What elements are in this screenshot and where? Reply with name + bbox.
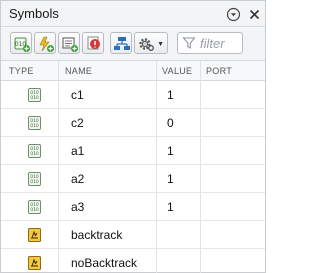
resolve-undefined-icon — [87, 36, 100, 50]
table-row[interactable]: 010 010 a1 1 — [1, 137, 265, 165]
symbol-name: noBacktrack — [71, 256, 138, 270]
type-cell: 010 010 — [1, 193, 58, 221]
symbol-value[interactable]: 1 — [167, 88, 174, 102]
hierarchy-icon — [114, 37, 130, 50]
table-row[interactable]: 010 010 c1 1 — [1, 81, 265, 109]
symbol-value[interactable]: 0 — [167, 116, 174, 130]
data-symbol-icon: 010010 — [28, 144, 41, 158]
symbols-toolbar: 010 ▼ filter — [1, 27, 265, 61]
data-symbol-icon: 010010 — [28, 88, 41, 102]
table-row[interactable]: noBacktrack — [1, 249, 265, 273]
type-cell — [1, 221, 58, 249]
symbol-name: a1 — [71, 144, 85, 158]
panel-title: Symbols — [9, 6, 59, 21]
type-cell: 010 010 — [1, 81, 58, 109]
close-icon[interactable] — [247, 7, 262, 22]
column-header-type[interactable]: TYPE — [9, 66, 34, 76]
type-cell — [1, 249, 58, 273]
data-symbol-icon: 010010 — [28, 200, 41, 214]
panel-menu-icon[interactable] — [226, 7, 241, 22]
symbol-value[interactable]: 1 — [167, 200, 174, 214]
table-row[interactable]: 010 010 c2 0 — [1, 109, 265, 137]
event-symbol-icon — [28, 228, 41, 242]
symbols-table-body: 010 010 c1 1 010 010 c2 0 010 010 a1 1 010 0… — [1, 81, 265, 273]
symbol-value[interactable]: 1 — [167, 144, 174, 158]
add-message-button[interactable] — [58, 32, 80, 54]
symbols-panel: Symbols 010 ▼ filter TYPE NAME VALUE POR… — [0, 0, 266, 273]
column-header-value[interactable]: VALUE — [162, 66, 192, 76]
svg-text:010: 010 — [30, 207, 39, 213]
symbol-name: backtrack — [71, 228, 123, 242]
resolve-undefined-button[interactable] — [82, 32, 104, 54]
type-cell: 010 010 — [1, 165, 58, 193]
gear-icon — [139, 38, 154, 51]
symbol-value[interactable]: 1 — [167, 172, 174, 186]
column-header-name[interactable]: NAME — [65, 66, 92, 76]
event-symbol-icon — [28, 256, 41, 270]
hierarchy-button[interactable] — [110, 32, 132, 54]
data-symbol-icon: 010010 — [28, 172, 41, 186]
add-message-icon — [62, 37, 78, 52]
svg-text:010: 010 — [30, 123, 39, 129]
symbol-name: c1 — [71, 88, 84, 102]
table-row[interactable]: backtrack — [1, 221, 265, 249]
panel-title-bar: Symbols — [1, 1, 265, 27]
svg-text:010: 010 — [30, 151, 39, 157]
filter-icon — [182, 37, 196, 49]
filter-placeholder: filter — [200, 36, 225, 51]
table-row[interactable]: 010 010 a2 1 — [1, 165, 265, 193]
type-cell: 010 010 — [1, 109, 58, 137]
add-data-icon: 010 — [14, 37, 30, 52]
add-event-button[interactable] — [34, 32, 56, 54]
svg-text:010: 010 — [30, 179, 39, 185]
settings-button[interactable]: ▼ — [134, 32, 168, 54]
data-symbol-icon: 010010 — [28, 116, 41, 130]
svg-text:010: 010 — [30, 95, 39, 101]
symbol-name: c2 — [71, 116, 84, 130]
table-header: TYPE NAME VALUE PORT — [1, 61, 265, 81]
table-row[interactable]: 010 010 a3 1 — [1, 193, 265, 221]
add-event-icon — [39, 36, 54, 52]
symbol-name: a3 — [71, 200, 85, 214]
symbol-name: a2 — [71, 172, 85, 186]
filter-input[interactable]: filter — [177, 32, 243, 54]
chevron-down-icon: ▼ — [157, 41, 164, 48]
column-header-port[interactable]: PORT — [206, 66, 232, 76]
type-cell: 010 010 — [1, 137, 58, 165]
add-data-button[interactable]: 010 — [10, 32, 32, 54]
